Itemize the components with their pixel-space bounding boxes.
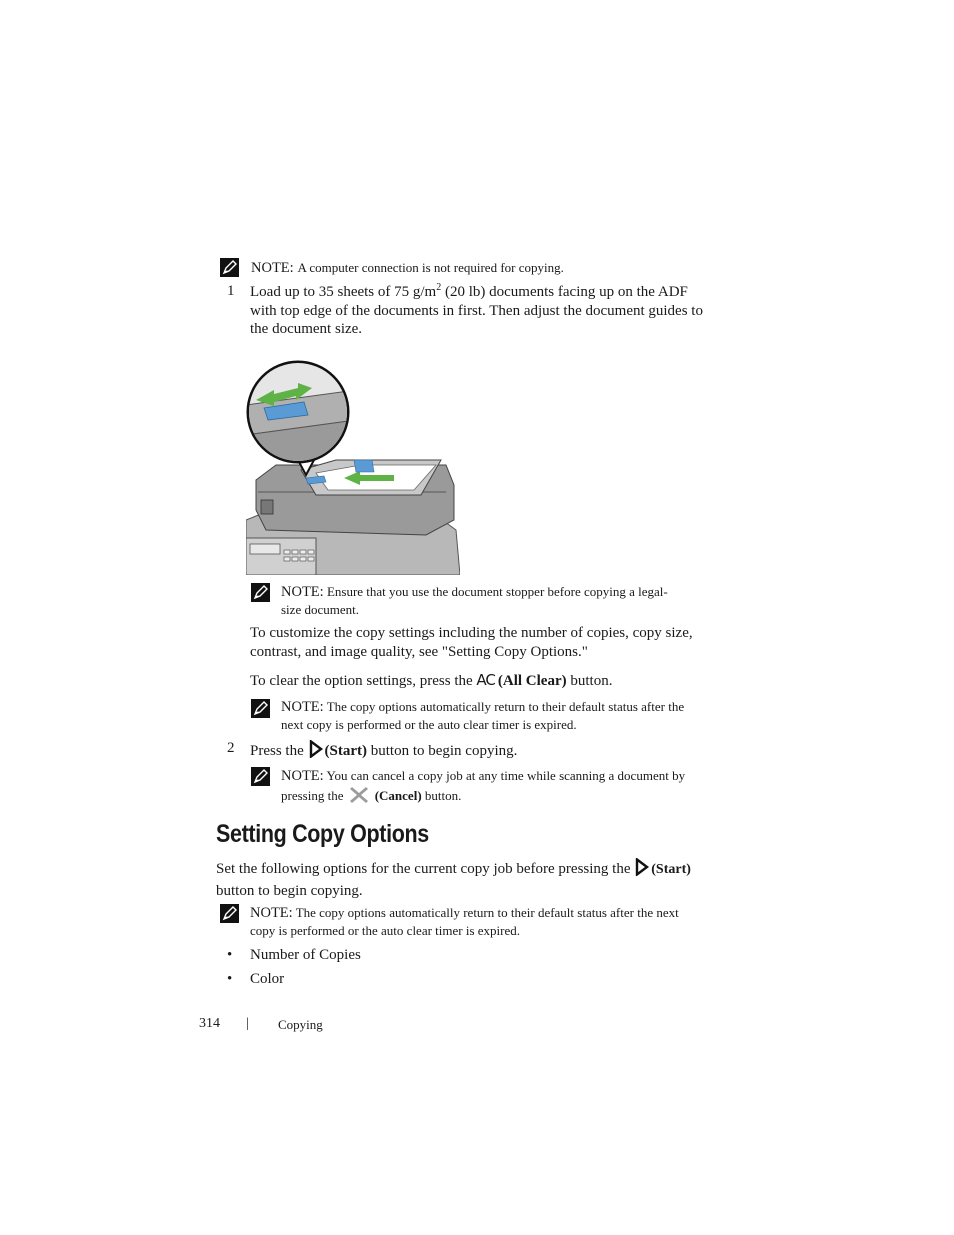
start-icon <box>309 739 323 764</box>
note-cancel: NOTE: You can cancel a copy job at any t… <box>281 767 731 809</box>
adf-loading-illustration <box>245 360 461 576</box>
note-pencil-icon <box>251 699 270 718</box>
step-1-text: Load up to 35 sheets of 75 g/m2 (20 lb) … <box>250 282 703 338</box>
clear-paragraph: To clear the option settings, press the … <box>250 671 613 689</box>
step-2-text: Press the (Start) button to begin copyin… <box>250 739 517 764</box>
start-icon <box>635 857 650 882</box>
list-item: • Color <box>227 971 285 987</box>
footer-chapter: Copying <box>278 1017 323 1032</box>
section-intro: Set the following options for the curren… <box>216 857 731 900</box>
step-number: 2 <box>227 740 235 756</box>
list-item: • Number of Copies <box>227 947 361 963</box>
note-auto-return-section: NOTE: The copy options automatically ret… <box>250 905 679 938</box>
note-pencil-icon <box>220 258 239 277</box>
note-pencil-icon <box>251 583 270 602</box>
step-number: 1 <box>227 283 235 299</box>
customize-paragraph: To customize the copy settings including… <box>250 625 693 660</box>
all-clear-icon: AC <box>476 671 496 689</box>
page-number: 314 <box>199 1016 220 1031</box>
note-auto-return: NOTE: The copy options automatically ret… <box>281 699 685 732</box>
note-pencil-icon <box>220 904 239 923</box>
note-document-stopper: NOTE: Ensure that you use the document s… <box>281 584 668 617</box>
cancel-icon <box>349 785 369 809</box>
section-heading: Setting Copy Options <box>216 820 429 848</box>
footer-separator: | <box>246 1016 249 1031</box>
note-pencil-icon <box>251 767 270 786</box>
note-computer-connection: NOTE: A computer connection is not requi… <box>251 260 564 276</box>
bullet-list: • Number of Copies • Color <box>227 946 361 994</box>
